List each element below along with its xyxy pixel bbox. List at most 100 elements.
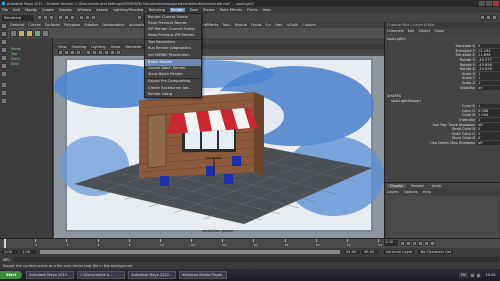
- channel-value[interactable]: 0: [477, 136, 500, 141]
- wireframe-icon[interactable]: [92, 50, 97, 55]
- volume-icon[interactable]: [475, 272, 481, 278]
- channel-value[interactable]: 0: [477, 127, 500, 132]
- channel-row[interactable]: Scale X1: [385, 71, 500, 77]
- taskbar-item-1[interactable]: Autodesk Maya 2012...: [26, 271, 75, 279]
- channel-row[interactable]: Visibility on: [385, 85, 500, 90]
- select-object-icon[interactable]: [64, 15, 69, 20]
- menu-modify[interactable]: Modify: [25, 8, 37, 12]
- outliner-item-side[interactable]: Side: [8, 61, 52, 66]
- render-menu-item-ipr-render-current-frame[interactable]: IPR Render Current Frame: [145, 26, 201, 32]
- channel-row[interactable]: Scale Z1: [385, 81, 500, 86]
- shelf-tab-custom[interactable]: Custom: [302, 23, 316, 27]
- menu-assets[interactable]: Assets: [96, 8, 108, 12]
- manipulator-icon[interactable]: [1, 71, 7, 77]
- layer-menu-help[interactable]: Help: [423, 190, 431, 194]
- channel-value[interactable]: -45.896: [477, 62, 500, 67]
- lights-icon[interactable]: [110, 50, 115, 55]
- camera-select-icon[interactable]: [58, 50, 63, 55]
- channel-value[interactable]: 1: [477, 76, 500, 81]
- channel-value[interactable]: 0: [477, 44, 500, 49]
- four-view-icon[interactable]: [1, 90, 7, 96]
- shelf-tab-polygons[interactable]: Polygons: [64, 23, 80, 27]
- shelf-light-icon[interactable]: [18, 29, 25, 37]
- menu-stereo[interactable]: Stereo: [203, 8, 215, 12]
- channel-row[interactable]: Color B 0.904: [385, 113, 500, 118]
- smooth-shade-icon[interactable]: [98, 50, 103, 55]
- menu-file[interactable]: File: [2, 8, 8, 12]
- channel-menu-show[interactable]: Show: [434, 29, 444, 33]
- shelf-tab-surfaces[interactable]: Surfaces: [45, 23, 61, 27]
- step-back-icon[interactable]: [406, 240, 411, 246]
- channel-value[interactable]: -25.026: [477, 67, 500, 72]
- minimize-button[interactable]: [479, 1, 485, 6]
- channel-value[interactable]: 0: [477, 131, 500, 136]
- select-hierarchy-icon[interactable]: [58, 15, 63, 20]
- channel-box-toggle-icon[interactable]: [480, 15, 485, 20]
- layer-menu-layers[interactable]: Layers: [387, 190, 399, 194]
- shadows-icon[interactable]: [116, 50, 121, 55]
- select-tool-icon[interactable]: [1, 23, 7, 29]
- channel-value[interactable]: on: [477, 85, 500, 90]
- viewport-menu-show[interactable]: Show: [111, 45, 121, 49]
- layer-tab-display[interactable]: Display: [387, 184, 407, 188]
- language-indicator[interactable]: EN: [458, 272, 468, 278]
- render-menu-item-redo-previous-ipr-render[interactable]: Redo Previous IPR Render: [145, 33, 201, 39]
- select-component-icon[interactable]: [70, 15, 75, 20]
- channel-row[interactable]: Rotate Y -45.896: [385, 62, 500, 67]
- channel-value[interactable]: -45.577: [477, 58, 500, 63]
- channel-menu-object[interactable]: Object: [419, 29, 431, 33]
- image-plane-icon[interactable]: [76, 50, 81, 55]
- channel-value[interactable]: 24.161: [477, 48, 500, 53]
- rotate-tool-icon[interactable]: [1, 55, 7, 61]
- channel-value[interactable]: 1: [477, 81, 500, 86]
- anim-layer-select[interactable]: No Anim Layer: [384, 250, 415, 254]
- channel-row[interactable]: Shad Color B0: [385, 136, 500, 141]
- current-frame-field[interactable]: 1.00: [384, 240, 398, 246]
- taskbar-item-3[interactable]: Autodesk Maya 2012...: [128, 271, 177, 279]
- attribute-editor-toggle-icon[interactable]: [486, 15, 491, 20]
- open-scene-icon[interactable]: [43, 15, 48, 20]
- menu-create[interactable]: Create: [42, 8, 54, 12]
- shelf-tab-muscle[interactable]: Muscle: [235, 23, 247, 27]
- single-view-icon[interactable]: [1, 82, 7, 88]
- shelf-tab-fur[interactable]: Fur: [266, 23, 272, 27]
- node-name[interactable]: spotLight1: [385, 34, 500, 44]
- render-frame-icon[interactable]: [137, 15, 142, 20]
- camera-attributes-icon[interactable]: [64, 50, 69, 55]
- maximize-button[interactable]: [486, 1, 492, 6]
- command-language-label[interactable]: MEL: [0, 258, 13, 262]
- menu-lighting-shading[interactable]: Lighting/Shading: [113, 8, 143, 12]
- channel-menu-edit[interactable]: Edit: [408, 29, 415, 33]
- render-menu-item-batch-render[interactable]: Batch Render: [145, 58, 201, 66]
- render-menu-item-render-using[interactable]: Render Using: [145, 91, 201, 97]
- channel-row[interactable]: Rotate X -45.577: [385, 58, 500, 63]
- shelf-tab-general[interactable]: General: [10, 23, 24, 27]
- range-start-field[interactable]: 1.00: [20, 250, 36, 254]
- go-to-start-icon[interactable]: [400, 240, 405, 246]
- channel-value[interactable]: off: [477, 140, 500, 145]
- shelf-tab-deformation[interactable]: Deformation: [102, 23, 124, 27]
- viewport-menu-view[interactable]: View: [58, 45, 67, 49]
- channel-row[interactable]: Use Depth Map Shadows off: [385, 140, 500, 146]
- move-tool-icon[interactable]: [1, 47, 7, 53]
- channel-row[interactable]: Translate Y 24.161: [385, 48, 500, 54]
- scale-tool-icon[interactable]: [1, 63, 7, 69]
- start-time-field[interactable]: 1.00: [2, 250, 18, 254]
- character-set-select[interactable]: No Character Set: [418, 250, 454, 254]
- channel-menu-channels[interactable]: Channels: [387, 29, 404, 33]
- viewport-menu-shading[interactable]: Shading: [72, 45, 87, 49]
- textured-icon[interactable]: [104, 50, 109, 55]
- channel-row[interactable]: Color G 0.988: [385, 108, 500, 114]
- shelf-tab-hair[interactable]: Hair: [275, 23, 282, 27]
- layer-tab-render[interactable]: Render: [408, 184, 427, 188]
- channel-row[interactable]: Color R1: [385, 104, 500, 109]
- snap-grid-icon[interactable]: [79, 15, 84, 20]
- outliner-layout-icon[interactable]: [1, 98, 7, 104]
- go-to-end-icon[interactable]: [430, 240, 435, 246]
- channel-value[interactable]: 21.896: [477, 53, 500, 58]
- channel-value[interactable]: 1: [477, 104, 500, 109]
- menu-texturing[interactable]: Texturing: [148, 8, 165, 12]
- play-forward-icon[interactable]: [418, 240, 423, 246]
- shelf-tab-fluids[interactable]: Fluids: [251, 23, 262, 27]
- channel-value[interactable]: 1: [477, 71, 500, 76]
